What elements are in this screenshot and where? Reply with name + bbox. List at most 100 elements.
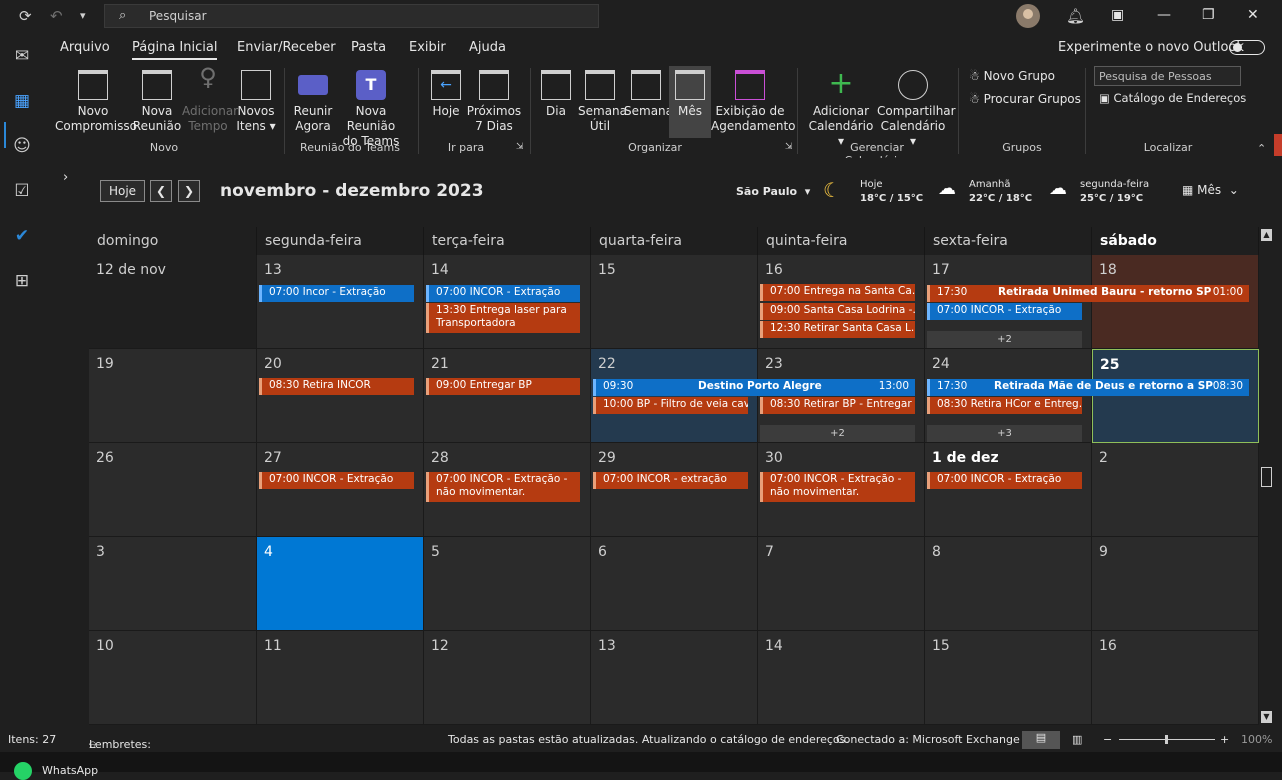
calendar-event[interactable]: 07:00 INCOR - Extração - não movimentar.	[426, 472, 580, 502]
whatsapp-icon[interactable]	[14, 762, 32, 780]
zoom-out-icon[interactable]: −	[1103, 733, 1112, 746]
day-cell[interactable]: 27	[257, 443, 424, 537]
reading-view-icon[interactable]: ▥	[1072, 733, 1082, 746]
ribbon-display-icon[interactable]: ▣	[1111, 7, 1124, 23]
todo-icon[interactable]: ✔	[10, 224, 34, 248]
add-time-button[interactable]: ♀ Adicionar Tempo	[182, 65, 238, 134]
tab-exibir[interactable]: Exibir	[409, 40, 446, 55]
day-cell[interactable]: 3	[89, 537, 257, 631]
more-events-button[interactable]: +2	[760, 425, 915, 442]
day-cell[interactable]: 10	[89, 631, 257, 725]
calendar-event[interactable]: 08:30 Retirar BP - Entregar ...	[760, 397, 915, 414]
weather-tomorrow[interactable]: Amanhã 22°C / 18°C	[969, 178, 1032, 206]
collapse-ribbon-icon[interactable]: ⌃	[1257, 142, 1266, 155]
browse-groups-button[interactable]: ☃ Procurar Grupos	[969, 92, 1081, 106]
bell-icon[interactable]: 🔔︎	[1066, 8, 1085, 24]
vertical-scrollbar[interactable]: ▲ ▼	[1259, 227, 1274, 725]
calendar-event[interactable]: 07:00 INCOR - extração	[593, 472, 748, 489]
day-cell[interactable]: 6	[591, 537, 758, 631]
tab-pagina-inicial[interactable]: Página Inicial	[132, 40, 218, 60]
sync-icon[interactable]: ⟳	[19, 8, 32, 24]
calendar-icon[interactable]: ▦	[10, 89, 34, 113]
meet-now-button[interactable]: Reunir Agora	[292, 70, 334, 134]
day-cell[interactable]: 11	[257, 631, 424, 725]
day-cell[interactable]: 26	[89, 443, 257, 537]
search-box[interactable]: ⌕ Pesquisar	[104, 4, 599, 28]
dialog-launcher-icon[interactable]: ⇲	[785, 142, 793, 152]
weather-today[interactable]: Hoje 18°C / 15°C	[860, 178, 923, 206]
view-month-button[interactable]: Mês	[669, 66, 711, 138]
restore-icon[interactable]: ❐	[1202, 7, 1215, 23]
day-cell[interactable]: 2	[1092, 443, 1259, 537]
day-cell[interactable]: 8	[925, 537, 1092, 631]
day-cell[interactable]: 15	[591, 255, 758, 349]
zoom-slider-thumb[interactable]	[1165, 735, 1168, 744]
view-select[interactable]: ▦ Mês ⌄	[1182, 183, 1239, 197]
day-cell[interactable]: 16	[1092, 631, 1259, 725]
calendar-event[interactable]: 07:00 INCOR - Extração - não movimentar.	[760, 472, 915, 502]
view-day-button[interactable]: Dia	[540, 70, 572, 119]
scroll-down-icon[interactable]: ▼	[1261, 711, 1272, 723]
day-cell-selected[interactable]: 4	[257, 537, 424, 631]
new-appointment-button[interactable]: Novo Compromisso	[55, 70, 137, 134]
search-input[interactable]: Pesquisar	[149, 9, 207, 23]
more-events-button[interactable]: +2	[927, 331, 1082, 348]
day-cell[interactable]: 9	[1092, 537, 1259, 631]
address-book-button[interactable]: ▣ Catálogo de Endereços	[1099, 91, 1246, 105]
add-calendar-button[interactable]: + Adicionar Calendário ▾	[805, 69, 877, 149]
day-cell[interactable]: 5	[424, 537, 591, 631]
day-cell[interactable]: 22	[591, 349, 758, 443]
avatar[interactable]	[1016, 4, 1040, 28]
tab-arquivo[interactable]: Arquivo	[60, 40, 110, 55]
multi-day-event[interactable]: 17:30 Retirada Mãe de Deus e retorno a S…	[927, 379, 1249, 396]
day-cell-today[interactable]: 25	[1092, 349, 1259, 443]
calendar-event[interactable]: 07:00 INCOR - Extração	[259, 472, 414, 489]
new-meeting-button[interactable]: Nova Reunião	[132, 70, 182, 134]
scroll-up-icon[interactable]: ▲	[1261, 229, 1272, 241]
view-week-button[interactable]: Semana	[624, 70, 673, 119]
tab-pasta[interactable]: Pasta	[351, 40, 386, 55]
close-icon[interactable]: ✕	[1247, 7, 1259, 23]
search-people-input[interactable]: Pesquisa de Pessoas	[1094, 66, 1241, 86]
day-cell[interactable]: 21	[424, 349, 591, 443]
taskbar-app-label[interactable]: WhatsApp	[42, 764, 98, 777]
day-cell[interactable]: 15	[925, 631, 1092, 725]
calendar-event[interactable]: 09:00 Entregar BP	[426, 378, 580, 395]
weather-monday[interactable]: segunda-feira 25°C / 19°C	[1080, 178, 1149, 206]
day-cell[interactable]: 13	[591, 631, 758, 725]
next-button[interactable]: ❯	[178, 180, 200, 202]
calendar-event[interactable]: 10:00 BP - Filtro de veia cava	[593, 397, 748, 414]
today-button[interactable]: Hoje	[100, 180, 145, 202]
calendar-event[interactable]: 08:30 Retira HCor e Entreg...	[927, 397, 1082, 414]
multi-day-event[interactable]: 09:30 Destino Porto Alegre 13:00	[593, 379, 915, 396]
expand-folder-pane-icon[interactable]: ›	[63, 170, 68, 185]
schedule-view-button[interactable]: Exibição de Agendamento	[711, 70, 796, 134]
day-cell[interactable]: 12	[424, 631, 591, 725]
people-icon[interactable]: ☺	[10, 134, 34, 158]
multi-day-event[interactable]: 17:30 Retirada Unimed Bauru - retorno SP…	[927, 285, 1249, 302]
day-cell[interactable]: 14	[424, 255, 591, 349]
more-events-button[interactable]: +3	[927, 425, 1082, 442]
customize-quick-access-icon[interactable]: ▾	[80, 8, 86, 24]
day-cell[interactable]: 14	[758, 631, 925, 725]
next-7-days-button[interactable]: Próximos 7 Dias	[466, 70, 522, 134]
day-cell[interactable]: 19	[89, 349, 257, 443]
mail-icon[interactable]: ✉	[10, 44, 34, 68]
dialog-launcher-icon[interactable]: ⇲	[516, 142, 524, 152]
go-today-button[interactable]: ← Hoje	[428, 70, 464, 119]
day-cell[interactable]: 12 de nov	[89, 255, 257, 349]
calendar-event[interactable]: 07:00 Incor - Extração	[259, 285, 414, 302]
calendar-event[interactable]: 07:00 Entrega na Santa Ca...	[760, 284, 915, 301]
minimize-icon[interactable]: —	[1157, 7, 1171, 23]
scroll-thumb[interactable]	[1261, 467, 1272, 487]
day-cell[interactable]: 18	[1092, 255, 1259, 349]
normal-view-icon[interactable]: ▤	[1022, 731, 1060, 749]
day-cell[interactable]: 29	[591, 443, 758, 537]
new-group-button[interactable]: ☃ Novo Grupo	[969, 69, 1055, 83]
day-cell[interactable]: 20	[257, 349, 424, 443]
calendar-event[interactable]: 07:00 INCOR - Extração	[927, 303, 1082, 320]
new-items-button[interactable]: Novos Itens ▾	[234, 70, 278, 134]
day-cell[interactable]: 1 de dez	[925, 443, 1092, 537]
tab-ajuda[interactable]: Ajuda	[469, 40, 506, 55]
share-calendar-button[interactable]: Compartilhar Calendário ▾	[877, 70, 956, 149]
